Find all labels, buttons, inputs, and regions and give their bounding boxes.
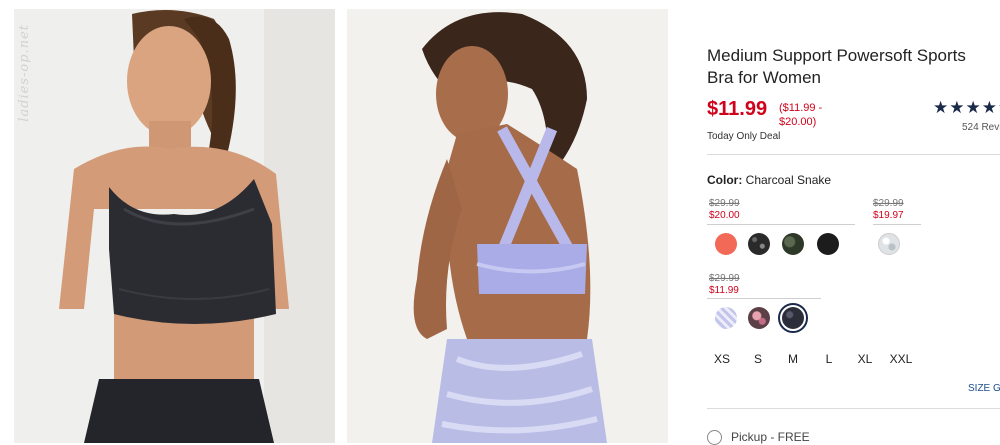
product-photo-front[interactable]: ladies-op.net xyxy=(14,9,335,443)
model-back-image xyxy=(347,9,668,443)
group-divider xyxy=(707,224,855,225)
size-option-l[interactable]: L xyxy=(817,352,841,366)
model-front-image xyxy=(14,9,335,443)
color-selection: Color: Charcoal Snake xyxy=(707,173,831,187)
group-divider xyxy=(873,224,921,225)
size-option-xl[interactable]: XL xyxy=(853,352,877,366)
color-swatch-charcoal-snake[interactable] xyxy=(778,303,808,333)
color-swatch-white-pattern[interactable] xyxy=(878,233,900,255)
size-option-m[interactable]: M xyxy=(781,352,805,366)
review-count-link[interactable]: 524 Revi xyxy=(962,122,1000,133)
selected-color-name: Charcoal Snake xyxy=(745,173,832,187)
price-group-2: $29.99 $19.97 xyxy=(873,198,904,222)
size-guide-link[interactable]: SIZE GU xyxy=(968,383,1000,394)
original-price: $29.99 xyxy=(709,273,740,284)
color-swatch-black-speckle[interactable] xyxy=(748,233,770,255)
group-price: $20.00 xyxy=(709,210,740,221)
size-option-xxl[interactable]: XXL xyxy=(889,352,913,366)
product-info-panel: Medium Support Powersoft Sports Bra for … xyxy=(707,0,1000,445)
watermark-text: ladies-op.net xyxy=(17,24,32,122)
color-label: Color: xyxy=(707,173,743,187)
group-divider xyxy=(707,298,821,299)
deal-label: Today Only Deal xyxy=(707,131,781,142)
original-price: $29.99 xyxy=(709,198,740,209)
original-price: $29.99 xyxy=(873,198,904,209)
price-group-1: $29.99 $20.00 xyxy=(709,198,740,222)
group-price: $19.97 xyxy=(873,210,904,221)
color-swatch-coral[interactable] xyxy=(715,233,737,255)
size-option-xs[interactable]: XS xyxy=(710,352,734,366)
divider xyxy=(707,408,1000,409)
color-swatch-pink-floral[interactable] xyxy=(748,307,770,329)
price-group-3: $29.99 $11.99 xyxy=(709,273,740,297)
pickup-label: Pickup - FREE xyxy=(731,430,810,444)
product-title: Medium Support Powersoft Sports Bra for … xyxy=(707,46,966,87)
color-swatch-lavender-zebra[interactable] xyxy=(715,307,737,329)
group-price: $11.99 xyxy=(709,285,739,296)
color-swatch-green-camo[interactable] xyxy=(782,233,804,255)
size-option-s[interactable]: S xyxy=(746,352,770,366)
price-range: ($11.99 - $20.00) xyxy=(779,102,823,128)
color-swatch-black[interactable] xyxy=(817,233,839,255)
product-photo-back[interactable] xyxy=(347,9,668,443)
sale-price: $11.99 xyxy=(707,98,768,120)
divider xyxy=(707,154,1000,155)
rating-stars[interactable]: ★★★★★ xyxy=(933,98,1000,118)
